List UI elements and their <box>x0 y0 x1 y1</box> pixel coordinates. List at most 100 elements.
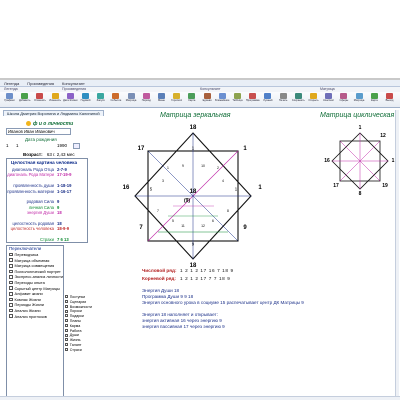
switcher-checkbox[interactable] <box>9 292 13 296</box>
switcher-checkbox[interactable] <box>9 297 13 302</box>
document-tab[interactable]: Школа Дмитрия Воронина и Людмилы Калинин… <box>3 110 104 116</box>
option-checkbox[interactable] <box>65 333 69 337</box>
switcher-item[interactable]: Скрытый центр Матрицы <box>9 286 60 291</box>
ribbon-button[interactable]: Карта <box>184 93 199 107</box>
option-checkbox[interactable] <box>65 314 69 318</box>
switcher-checkbox[interactable] <box>9 275 13 279</box>
ribbon-button[interactable]: Графики <box>2 93 17 107</box>
ribbon-button[interactable]: Добавить <box>17 93 32 107</box>
root-series: Корневой ряд: 1 2 1 2 17 7 7 18 9 <box>142 276 230 281</box>
ribbon-button[interactable]: Период <box>139 93 154 107</box>
ribbon-button[interactable]: Матрица <box>124 93 139 107</box>
ribbon-tabs: Легенда Произведения Консультант <box>0 80 400 87</box>
ribbon-button[interactable]: Ближайшие <box>215 93 230 107</box>
ribbon-tab[interactable]: Консультант <box>58 80 89 86</box>
option-checkbox[interactable] <box>65 347 69 352</box>
switcher-checkbox[interactable] <box>9 280 13 285</box>
option-checkbox[interactable] <box>65 343 69 347</box>
ribbon-button[interactable]: Дата Жизни <box>63 93 78 107</box>
vertical-scrollbar[interactable] <box>395 110 399 398</box>
switcher-checkbox[interactable] <box>9 303 13 307</box>
ribbon-button[interactable]: Сферы <box>336 93 351 107</box>
option-checkbox-label: Души <box>69 333 79 338</box>
matrix-right-number: 1 <box>258 185 262 191</box>
switcher-item[interactable]: Компас Жизни <box>9 297 41 302</box>
matrix-small-number: 4 <box>222 179 224 183</box>
ribbon-button-label: Карта <box>188 99 196 102</box>
matrix-small-number: 1 <box>167 166 169 170</box>
switcher-item[interactable]: Анализ Жизни <box>9 308 41 313</box>
switcher-checkbox[interactable] <box>9 308 13 313</box>
ribbon-button[interactable]: Сохранить <box>291 93 306 107</box>
switcher-item[interactable]: Периоды Жизни <box>9 302 44 307</box>
ribbon-button[interactable]: Конспект <box>321 93 336 107</box>
switcher-item[interactable]: Матрица объемная <box>9 258 49 263</box>
ribbon-button[interactable]: Карта <box>367 93 382 107</box>
switcher-checkbox[interactable] <box>9 286 13 290</box>
switcher-label: Анализ Жизни <box>14 308 41 313</box>
picture-row-value: 7 6 13 <box>57 237 69 243</box>
mirror-matrix: 18 18 16 1 17 1 7 9 18 (9) 1 9 5 1 12345… <box>123 125 262 269</box>
switcher-item[interactable]: Анализ прогнозов <box>9 314 47 319</box>
fio-label: ф и о личности <box>33 121 74 127</box>
ribbon-tab[interactable]: Легенда <box>0 80 23 86</box>
ribbon-button[interactable]: Запуск <box>93 93 108 107</box>
ribbon-button[interactable]: Программа <box>245 93 260 107</box>
ribbon-button[interactable]: Изменить <box>48 93 63 107</box>
switcher-checkbox[interactable] <box>9 269 13 274</box>
app-window: Легенда Произведения Консультант Легенда… <box>0 0 400 400</box>
horizontal-scrollbar[interactable] <box>0 396 400 400</box>
left-panel: ф и о личности Иванов Иван Иванович Дата… <box>3 117 95 397</box>
switcher-item[interactable]: Переходы опыта <box>9 280 45 285</box>
ribbon-button[interactable]: Годовой <box>78 93 93 107</box>
sun-icon <box>26 121 31 126</box>
ribbon-button[interactable]: Выход <box>382 93 397 107</box>
dob-month-field[interactable]: 1 <box>16 143 19 148</box>
fio-input[interactable]: Иванов Иван Иванович <box>6 128 71 135</box>
switcher-checkbox[interactable] <box>9 258 13 262</box>
switcher-checkbox[interactable] <box>9 252 13 257</box>
ribbon-button[interactable]: Отменить <box>32 93 47 107</box>
option-checkbox-label: Сценарии <box>69 299 87 304</box>
option-checkbox[interactable] <box>65 304 69 308</box>
switcher-item[interactable]: Экспресс-анализ личности <box>9 274 63 279</box>
ribbon-button[interactable]: Единая <box>200 93 215 107</box>
option-checkbox[interactable] <box>65 319 69 323</box>
ribbon-button[interactable]: Лунный <box>260 93 275 107</box>
ribbon-button[interactable]: Печать <box>276 93 291 107</box>
switcher-item[interactable]: Алфавит жизни <box>9 291 43 296</box>
switcher-item[interactable]: Переводчика <box>9 252 38 257</box>
option-checkbox-item[interactable]: Страхи <box>65 348 82 353</box>
ribbon-tab[interactable]: Произведения <box>23 80 58 86</box>
option-checkbox[interactable] <box>65 295 69 299</box>
matrix-small-number: 8 <box>227 209 229 213</box>
option-checkbox[interactable] <box>65 299 69 304</box>
option-checkbox[interactable] <box>65 309 69 313</box>
dob-spinner[interactable] <box>73 143 80 149</box>
switcher-checkbox[interactable] <box>9 264 13 268</box>
ribbon-button-label: Матрица <box>125 99 137 102</box>
ribbon-button[interactable]: Матрица <box>352 93 367 107</box>
picture-row-key: Страхи <box>39 237 54 243</box>
cyclic-top2: 12 <box>380 133 386 139</box>
ribbon-button[interactable]: Гороскоп <box>169 93 184 107</box>
switcher-item[interactable]: Психологический портрет <box>9 269 61 274</box>
switcher-item[interactable]: Матрица совмещения <box>9 263 54 268</box>
option-checkbox[interactable] <box>65 328 69 332</box>
ribbon-button[interactable]: Меню <box>154 93 169 107</box>
switcher-checkbox[interactable] <box>9 314 13 318</box>
ribbon-button[interactable]: Открыть <box>306 93 321 107</box>
matrix-bl-number: 7 <box>139 225 143 231</box>
mirror-matrix-title: Матрица зеркальная <box>160 112 231 119</box>
ribbon-button-label: Лунный <box>263 99 273 102</box>
numeric-series-label: Числовой ряд: <box>142 268 177 273</box>
ribbon-button[interactable]: Событие <box>108 93 123 107</box>
option-checkbox[interactable] <box>65 338 69 342</box>
dob-year-field[interactable]: 1990 <box>57 143 67 148</box>
option-checkbox[interactable] <box>65 323 69 328</box>
option-checkbox-label: Возможности <box>69 304 92 309</box>
ribbon-button-label: Добавить <box>18 99 31 102</box>
switcher-label: Переводчика <box>14 252 39 257</box>
ribbon-button[interactable]: Таблица <box>230 93 245 107</box>
dob-day-field[interactable]: 1 <box>6 143 9 148</box>
